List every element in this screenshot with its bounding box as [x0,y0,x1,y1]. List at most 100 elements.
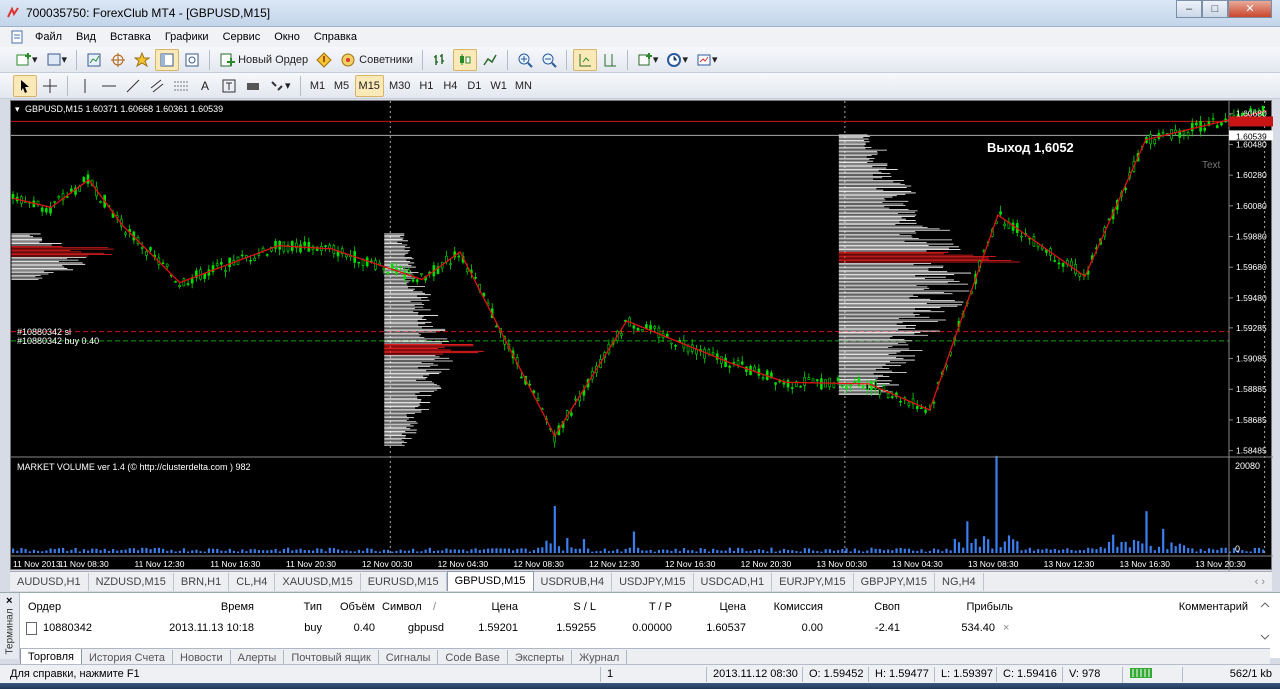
metaeditor-button[interactable] [313,49,335,71]
chart-tab[interactable]: XAUUSD,M15 [275,573,361,591]
chart-tab[interactable]: USDCAD,H1 [694,573,773,591]
col-swap[interactable]: Своп [840,599,900,615]
text-tool[interactable]: A [194,75,216,97]
chart-window[interactable]: 1.60680 1.60480 1.60280 1.60080 1.59880 1.596… [10,100,1273,571]
col-tp[interactable]: T / P [620,599,672,615]
bar-chart-button[interactable] [429,49,451,71]
chart-tab-active[interactable]: GBPUSD,M15 [446,571,534,591]
fibonacci-tool[interactable] [170,75,192,97]
crosshair-tool[interactable] [39,75,61,97]
trendline-tool[interactable] [122,75,144,97]
zoom-in-button[interactable] [514,49,536,71]
menu-file[interactable]: Файл [28,27,69,47]
autoscroll-button[interactable] [572,48,597,71]
line-chart-button[interactable] [479,49,501,71]
volume-bar [278,551,281,553]
volume-bar [570,547,573,553]
price-chart[interactable]: 1.606801.604801.602801.600801.598801.596… [11,101,1273,571]
market-watch-button[interactable] [83,49,105,71]
close-order-icon[interactable]: × [1003,620,1009,636]
text-label-tool[interactable] [218,75,240,97]
periods-button[interactable]: ▾ [663,49,691,71]
col-sl[interactable]: S / L [540,599,596,615]
tf-m30[interactable]: M30 [386,75,413,97]
expert-advisors-button[interactable]: Советники [337,49,416,71]
navigator-button[interactable] [131,49,153,71]
menu-view[interactable]: Вид [69,27,103,47]
menu-charts[interactable]: Графики [158,27,216,47]
tf-d1[interactable]: D1 [463,75,485,97]
volume-bar [891,550,894,553]
document-icon[interactable] [10,30,24,44]
status-profile[interactable]: 1 [600,667,700,682]
col-current-price[interactable]: Цена [700,599,746,615]
vertical-line-tool[interactable] [74,75,96,97]
cursor-tool[interactable] [13,74,37,97]
tester-button[interactable] [181,49,203,71]
col-comment[interactable]: Комментарий [1140,599,1248,615]
volume-bar [578,548,581,553]
rectangle-tool[interactable] [242,75,264,97]
chart-tab[interactable]: NG,H4 [935,573,984,591]
chart-tab[interactable]: USDRUB,H4 [534,573,613,591]
col-symbol[interactable]: Символ [382,599,422,615]
chart-tab[interactable]: EURJPY,M15 [772,573,854,591]
arrows-icon [271,80,283,91]
tf-mn[interactable]: MN [512,75,535,97]
chart-tab[interactable]: NZDUSD,M15 [89,573,174,591]
col-time[interactable]: Время [210,599,254,615]
chart-tab[interactable]: EURUSD,M15 [361,573,447,591]
horizontal-line-tool[interactable] [98,75,120,97]
maximize-button[interactable]: □ [1202,0,1228,18]
zoom-out-button[interactable] [538,49,560,71]
col-type[interactable]: Тип [290,599,322,615]
candlestick-button[interactable] [452,48,477,71]
menu-tools[interactable]: Сервис [216,27,268,47]
channel-tool[interactable] [146,75,168,97]
col-profit[interactable]: Прибыль [920,599,1013,615]
col-volume[interactable]: Объём [330,599,375,615]
close-button[interactable]: ✕ [1228,0,1272,18]
menu-insert[interactable]: Вставка [103,27,158,47]
chart-tab[interactable]: GBPJPY,M15 [854,573,936,591]
candle-body [1070,260,1073,267]
col-price[interactable]: Цена [460,599,518,615]
candle-body [740,361,744,365]
terminal-button[interactable] [155,48,180,71]
candle-body [920,407,923,410]
data-window-button[interactable] [107,49,129,71]
tabs-scroll-arrows[interactable]: ‹ › [1248,573,1272,591]
volume-bar [874,548,877,553]
col-commission[interactable]: Комиссия [760,599,823,615]
minimize-button[interactable]: ‒ [1176,0,1202,18]
profiles-button[interactable]: ▾ [43,49,71,71]
col-order[interactable]: Ордер [28,599,61,615]
menu-help[interactable]: Справка [307,27,364,47]
tf-m5[interactable]: M5 [331,75,353,97]
arrows-tool[interactable]: ▾ [266,75,294,97]
terminal-close-icon[interactable]: × [6,595,12,607]
rectangle-icon [247,82,259,90]
price-cell: 1.59201 [478,622,518,634]
chart-tab[interactable]: BRN,H1 [174,573,230,591]
terminal-scrollbar[interactable] [1258,601,1272,641]
indicators-button[interactable]: ▾ [634,49,662,71]
chart-shift-button[interactable] [599,49,621,71]
new-chart-button[interactable]: ▾ [13,49,41,71]
chart-tab[interactable]: USDJPY,M15 [612,573,694,591]
templates-button[interactable]: ▾ [693,49,721,71]
candle-body [703,348,707,359]
tf-m15[interactable]: M15 [354,74,384,97]
tf-m1[interactable]: M1 [307,75,329,97]
chart-tab[interactable]: CL,H4 [229,573,276,591]
tf-h4[interactable]: H4 [439,75,461,97]
connection-status-icon[interactable] [1122,667,1182,684]
volume-bar [1191,548,1194,553]
tf-h1[interactable]: H1 [415,75,437,97]
tf-w1[interactable]: W1 [487,75,510,97]
table-row[interactable]: 10880342 2013.11.13 10:18 buy 0.40 gbpus… [20,620,1255,638]
new-order-button[interactable]: Новый Ордер [216,49,311,71]
menu-window[interactable]: Окно [267,27,307,47]
chart-tab[interactable]: AUDUSD,H1 [10,573,89,591]
chart-collapse-icon[interactable]: ▾ [15,104,20,114]
